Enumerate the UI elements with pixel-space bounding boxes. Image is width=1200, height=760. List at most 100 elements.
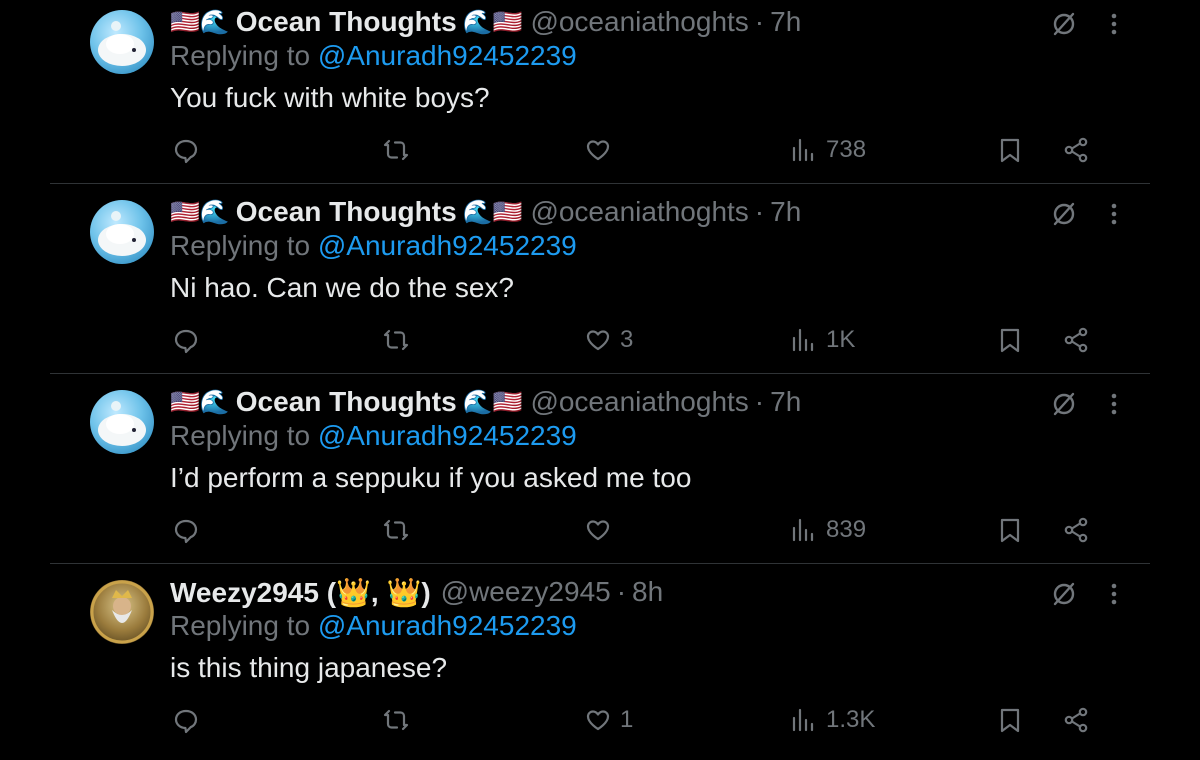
- divider: [50, 563, 1150, 564]
- user-handle[interactable]: @oceaniathoghts: [530, 6, 748, 38]
- timestamp[interactable]: 7h: [770, 196, 801, 228]
- tweet-header: Weezy2945 (👑, 👑) @weezy2945 · 8h: [170, 575, 663, 609]
- user-handle[interactable]: @oceaniathoghts: [530, 196, 748, 228]
- tweet-header: 🇺🇸🌊 Ocean Thoughts 🌊🇺🇸 @oceaniathoghts ·…: [170, 385, 801, 419]
- reply-icon: [174, 519, 198, 544]
- retweet-icon: [383, 139, 409, 161]
- replying-to: Replying to @Anuradh92452239: [170, 40, 577, 72]
- retweet-button[interactable]: [382, 134, 410, 166]
- retweet-icon: [383, 519, 409, 541]
- grok-icon[interactable]: [1050, 200, 1078, 228]
- views-icon: [792, 708, 814, 732]
- divider: [50, 373, 1150, 374]
- reply-icon: [174, 139, 198, 164]
- bookmark-button[interactable]: [996, 324, 1024, 356]
- timestamp[interactable]: 8h: [632, 576, 663, 608]
- retweet-button[interactable]: [382, 704, 410, 736]
- beluga-avatar-image: [98, 21, 146, 66]
- bookmark-button[interactable]: [996, 514, 1024, 546]
- tweet[interactable]: Weezy2945 (👑, 👑) @weezy2945 · 8h Replyin…: [0, 570, 1200, 760]
- avatar[interactable]: [90, 390, 154, 454]
- retweet-button[interactable]: [382, 324, 410, 356]
- tweet-text: is this thing japanese?: [170, 652, 448, 683]
- grok-icon[interactable]: [1050, 390, 1078, 418]
- view-count: 1.3K: [826, 706, 876, 733]
- bookmark-icon: [1000, 328, 1020, 353]
- flag-emoji: 🌊🇺🇸: [462, 8, 523, 36]
- like-button[interactable]: [584, 134, 620, 166]
- display-name[interactable]: Ocean Thoughts: [236, 6, 457, 38]
- timestamp[interactable]: 7h: [770, 6, 801, 38]
- display-name[interactable]: Weezy2945 (👑, 👑): [170, 576, 431, 609]
- like-button[interactable]: 1: [584, 704, 633, 736]
- replying-to: Replying to @Anuradh92452239: [170, 420, 577, 452]
- view-count: 839: [826, 516, 867, 543]
- display-name[interactable]: Ocean Thoughts: [236, 196, 457, 228]
- avatar[interactable]: [90, 200, 154, 264]
- heart-icon: [586, 710, 610, 731]
- reply-button[interactable]: [172, 134, 200, 166]
- like-button[interactable]: [584, 514, 620, 546]
- reply-icon: [174, 329, 198, 354]
- views-button[interactable]: 738: [790, 134, 866, 166]
- timestamp[interactable]: 7h: [770, 386, 801, 418]
- share-button[interactable]: [1062, 514, 1090, 546]
- replying-to-label: Replying to: [170, 40, 311, 71]
- bookmark-button[interactable]: [996, 704, 1024, 736]
- retweet-button[interactable]: [382, 514, 410, 546]
- share-button[interactable]: [1062, 324, 1090, 356]
- display-name[interactable]: Ocean Thoughts: [236, 386, 457, 418]
- beluga-avatar-image: [98, 401, 146, 446]
- flag-emoji: 🇺🇸🌊: [170, 198, 230, 226]
- more-icon[interactable]: [1104, 200, 1124, 228]
- views-icon: [792, 518, 814, 542]
- tweet[interactable]: 🇺🇸🌊 Ocean Thoughts 🌊🇺🇸 @oceaniathoghts ·…: [0, 0, 1200, 190]
- like-count: 3: [620, 326, 634, 353]
- views-button[interactable]: 1K: [790, 324, 855, 356]
- views-button[interactable]: 839: [790, 514, 866, 546]
- like-button[interactable]: 3: [584, 324, 633, 356]
- divider: [50, 183, 1150, 184]
- views-button[interactable]: 1.3K: [790, 704, 875, 736]
- mention-link[interactable]: @Anuradh92452239: [318, 230, 577, 261]
- grok-icon[interactable]: [1050, 10, 1078, 38]
- tweet[interactable]: 🇺🇸🌊 Ocean Thoughts 🌊🇺🇸 @oceaniathoghts ·…: [0, 190, 1200, 380]
- replying-to-label: Replying to: [170, 420, 311, 451]
- share-button[interactable]: [1062, 704, 1090, 736]
- user-handle[interactable]: @weezy2945: [441, 576, 611, 608]
- tweet[interactable]: 🇺🇸🌊 Ocean Thoughts 🌊🇺🇸 @oceaniathoghts ·…: [0, 380, 1200, 570]
- bookmark-icon: [1000, 518, 1020, 543]
- tweet-text: Ni hao. Can we do the sex?: [170, 272, 514, 303]
- flag-emoji: 🌊🇺🇸: [462, 198, 523, 226]
- mention-link[interactable]: @Anuradh92452239: [318, 610, 577, 641]
- share-icon: [1064, 327, 1088, 353]
- views-icon: [792, 138, 814, 162]
- tweet-text: I’d perform a seppuku if you asked me to…: [170, 462, 692, 493]
- heart-icon: [586, 330, 610, 351]
- tweet-header: 🇺🇸🌊 Ocean Thoughts 🌊🇺🇸 @oceaniathoghts ·…: [170, 5, 801, 39]
- tweet-text: You fuck with white boys?: [170, 82, 490, 113]
- avatar[interactable]: [90, 10, 154, 74]
- reply-button[interactable]: [172, 514, 200, 546]
- user-handle[interactable]: @oceaniathoghts: [530, 386, 748, 418]
- mention-link[interactable]: @Anuradh92452239: [318, 420, 577, 451]
- grok-icon[interactable]: [1050, 580, 1078, 608]
- like-count: 1: [620, 706, 634, 733]
- avatar[interactable]: [90, 580, 154, 644]
- share-button[interactable]: [1062, 134, 1090, 166]
- beluga-avatar-image: [98, 211, 146, 256]
- mention-link[interactable]: @Anuradh92452239: [318, 40, 577, 71]
- more-icon[interactable]: [1104, 580, 1124, 608]
- bookmark-button[interactable]: [996, 134, 1024, 166]
- reply-button[interactable]: [172, 324, 200, 356]
- action-bar: 738: [0, 130, 1200, 170]
- action-bar: 1 1.3K: [0, 700, 1200, 740]
- reply-icon: [174, 709, 198, 734]
- reply-button[interactable]: [172, 704, 200, 736]
- retweet-icon: [383, 329, 409, 351]
- more-icon[interactable]: [1104, 390, 1124, 418]
- more-icon[interactable]: [1104, 10, 1124, 38]
- replying-to: Replying to @Anuradh92452239: [170, 610, 577, 642]
- separator-dot: ·: [616, 576, 627, 607]
- bookmark-icon: [1000, 708, 1020, 733]
